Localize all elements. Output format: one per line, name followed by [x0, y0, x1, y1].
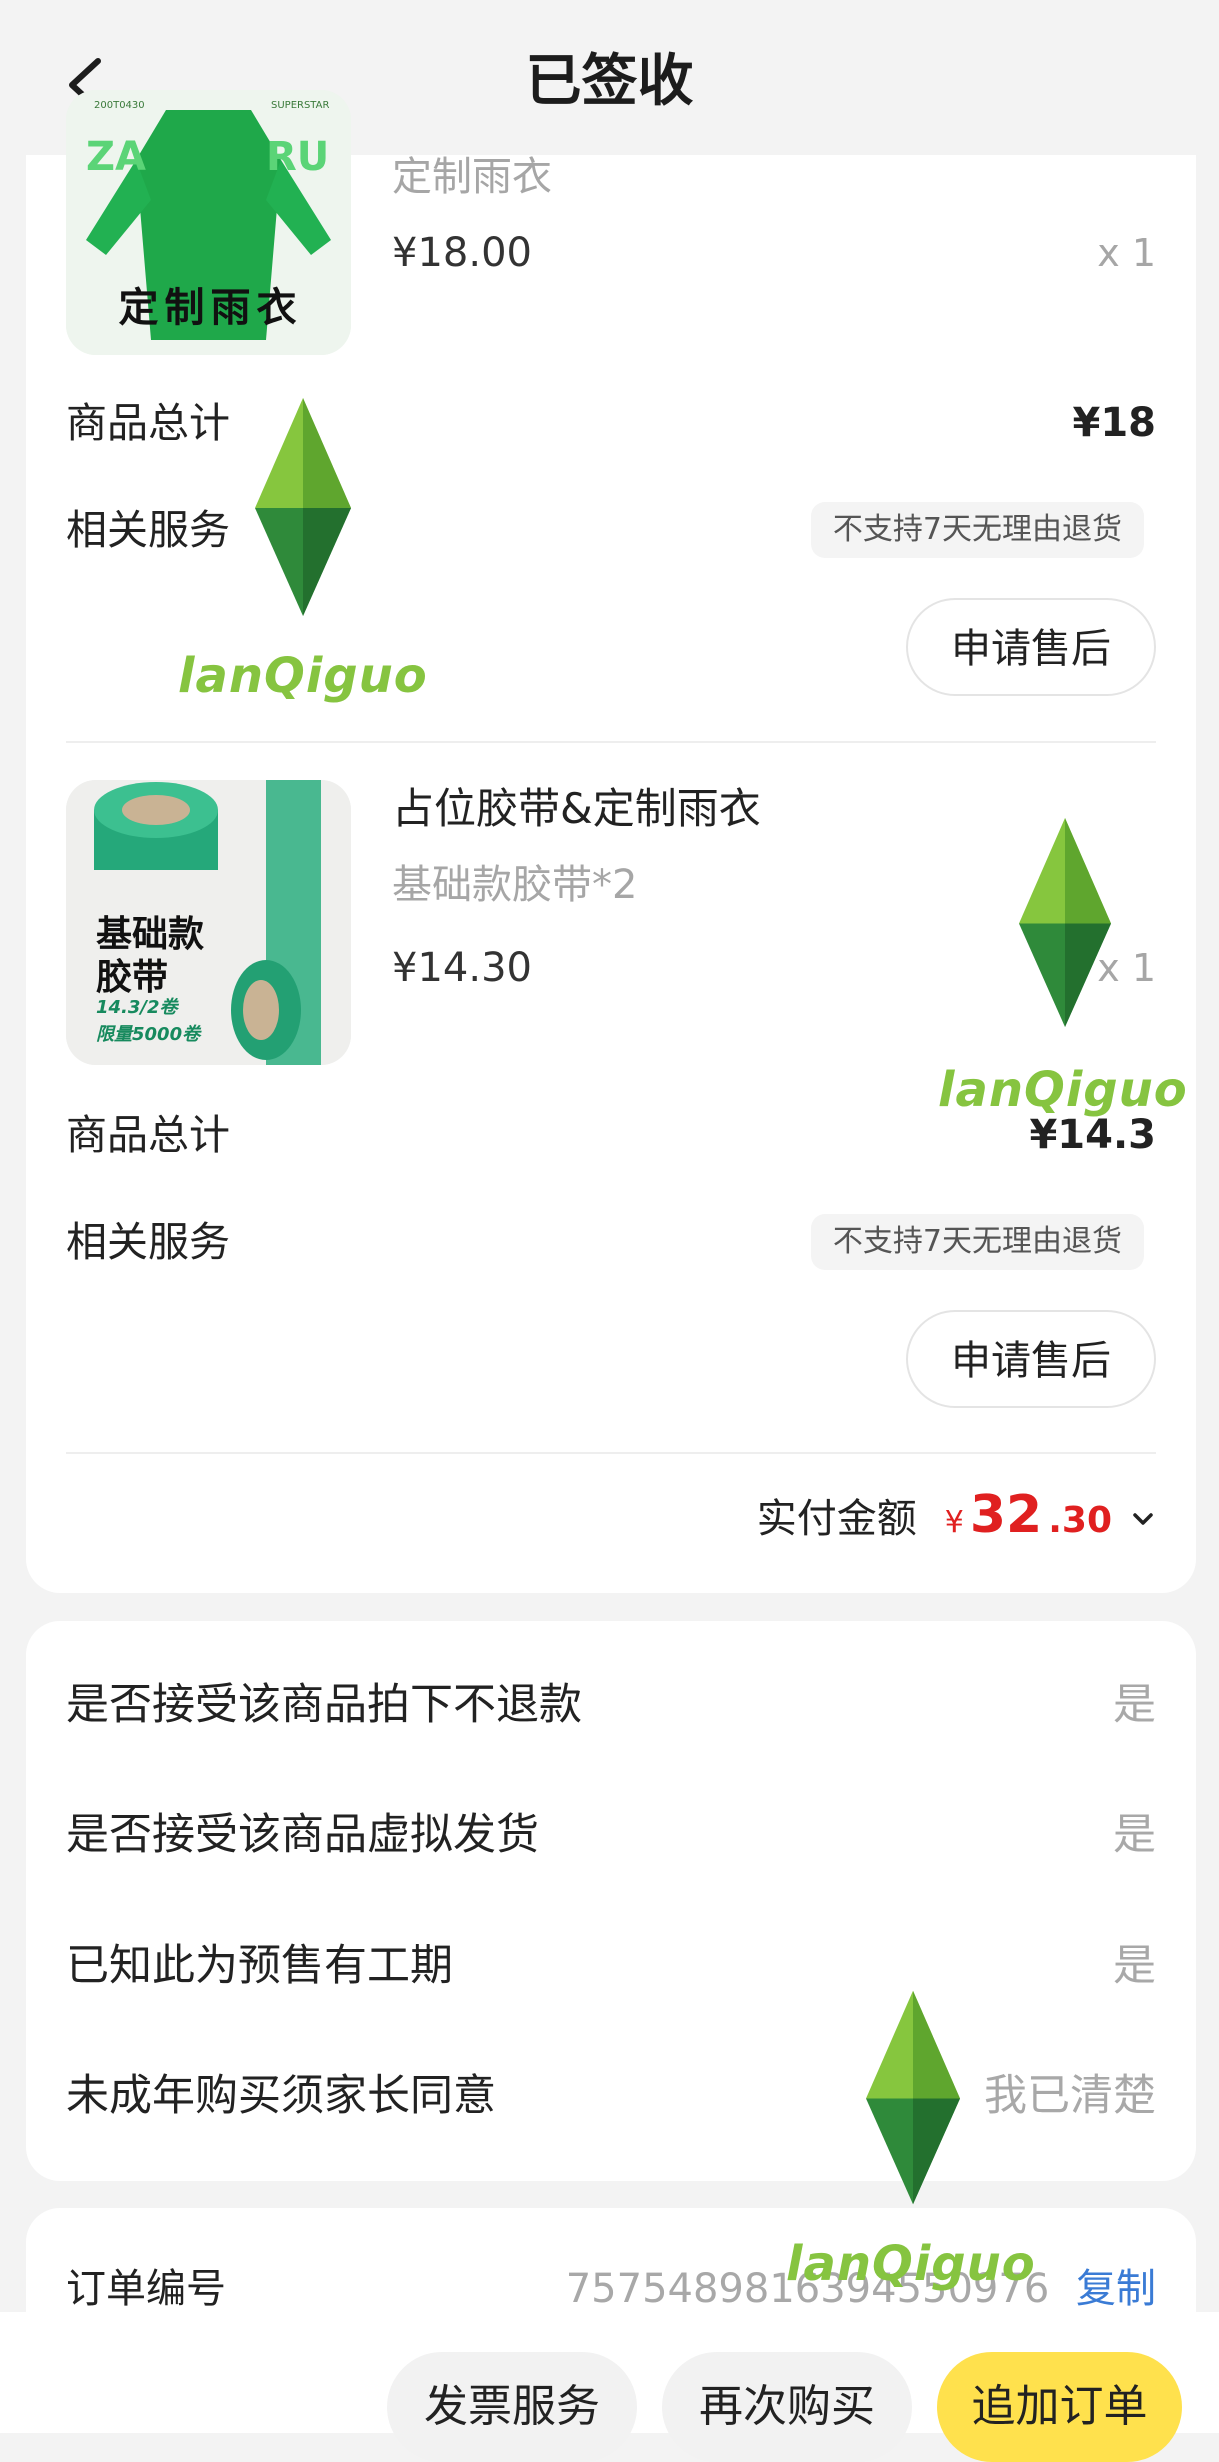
item-1-spec: 定制雨衣: [392, 154, 552, 200]
tape-caption-3: 14.3/2卷: [96, 997, 178, 1018]
thumb-caption: 定制雨衣: [118, 285, 303, 331]
watermark-text: lanQiguo: [786, 2236, 1036, 2292]
item-2-after-sale-button[interactable]: 申请售后: [906, 1310, 1156, 1408]
watermark-text: lanQiguo: [178, 648, 428, 704]
paid-amount-int: 32: [969, 1485, 1043, 1545]
item-2-total-label: 商品总计: [66, 1111, 230, 1159]
question-answer: 是: [1113, 1941, 1156, 1991]
item-2-service-label: 相关服务: [66, 1218, 230, 1266]
bottom-action-bar: 发票服务 再次购买 追加订单: [0, 2312, 1219, 2462]
watermark-diamond-icon: [1019, 818, 1111, 1027]
question-answer: 是: [1113, 1680, 1156, 1730]
watermark-text: lanQiguo: [938, 1062, 1188, 1118]
product-image-raincoat[interactable]: ZA RU 200T0430 SUPERSTAR 定制雨衣: [66, 90, 351, 355]
paid-currency: ¥: [944, 1505, 964, 1540]
item-2-spec: 基础款胶带*2: [392, 862, 638, 908]
add-order-button[interactable]: 追加订单: [937, 2352, 1182, 2462]
rebuy-button[interactable]: 再次购买: [662, 2352, 912, 2462]
svg-text:ZA: ZA: [86, 134, 146, 180]
item-divider: [66, 741, 1156, 743]
paid-amount-dec: .30: [1048, 1500, 1112, 1541]
item-1-total-label: 商品总计: [66, 399, 230, 447]
item-2-price: ¥14.30: [392, 945, 532, 991]
order-number-label: 订单编号: [66, 2266, 226, 2312]
item-2-name[interactable]: 占位胶带&定制雨衣: [392, 780, 761, 838]
item-1-service-label: 相关服务: [66, 506, 230, 554]
item-1-service-tag: 不支持7天无理由退货: [810, 502, 1144, 558]
question-answer: 是: [1113, 1810, 1156, 1860]
thumb-label-right: SUPERSTAR: [271, 100, 330, 111]
chevron-down-icon[interactable]: [1130, 1506, 1156, 1532]
product-image-tape[interactable]: 基础款 胶带 14.3/2卷 限量5000卷: [66, 780, 351, 1065]
question-label: 已知此为预售有工期: [66, 1941, 453, 1991]
thumb-label-left: 200T0430: [94, 100, 145, 111]
total-divider: [66, 1452, 1156, 1454]
invoice-service-button[interactable]: 发票服务: [387, 2352, 637, 2462]
item-1-total-value: ¥18: [1072, 400, 1157, 446]
item-1-price: ¥18.00: [392, 230, 532, 276]
watermark-diamond-icon: [866, 1990, 960, 2205]
item-2-service-tag: 不支持7天无理由退货: [810, 1214, 1144, 1270]
item-1-after-sale-button[interactable]: 申请售后: [906, 598, 1156, 696]
paid-amount-row[interactable]: 实付金额 ¥ 32 .30: [757, 1485, 1156, 1555]
purchase-agreements-card: 是否接受该商品拍下不退款 是 是否接受该商品虚拟发货 是 已知此为预售有工期 是…: [26, 1621, 1196, 2181]
paid-amount-label: 实付金额: [756, 1496, 917, 1542]
svg-text:RU: RU: [266, 134, 329, 180]
tape-caption-4: 限量5000卷: [96, 1024, 201, 1045]
item-1-qty: x 1: [1097, 231, 1156, 275]
question-label: 是否接受该商品拍下不退款: [66, 1680, 582, 1730]
watermark-diamond-icon: [255, 398, 351, 616]
question-label: 是否接受该商品虚拟发货: [66, 1810, 539, 1860]
question-label: 未成年购买须家长同意: [66, 2071, 496, 2121]
question-answer: 我已清楚: [984, 2071, 1156, 2121]
copy-order-link[interactable]: 复制: [1076, 2266, 1156, 2312]
